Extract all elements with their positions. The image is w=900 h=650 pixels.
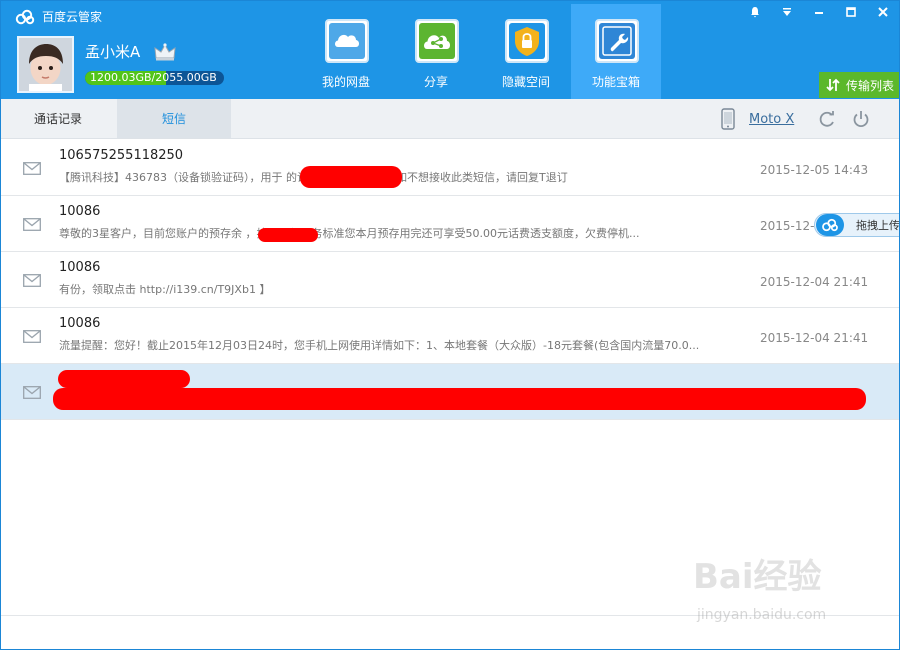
nav-label: 隐藏空间 (501, 75, 550, 89)
cloud-upload-icon (816, 214, 844, 236)
username[interactable]: 孟小米A (85, 43, 140, 61)
nav-toolbox[interactable]: 功能宝箱 (571, 4, 661, 99)
envelope-icon (23, 218, 41, 231)
tab-label: 短信 (161, 112, 186, 126)
transfer-list-label: 传输列表 (846, 78, 895, 93)
quota-text: 1200.03GB/2055.00GB (90, 71, 217, 84)
sms-time: 2015-12-04 21:41 (760, 275, 869, 289)
minimize-icon[interactable] (803, 1, 835, 23)
envelope-icon (23, 274, 41, 287)
baidu-cloud-logo-icon (15, 9, 35, 25)
nav-label: 我的网盘 (321, 75, 370, 89)
app-title: 百度云管家 (42, 10, 103, 24)
phone-icon (721, 108, 735, 130)
sms-row[interactable]: 10086 有份，领取点击 http://i139.cn/T9JXb1 】 20… (1, 252, 899, 308)
sms-sender: 10086 (59, 316, 101, 331)
watermark: Bai经验 jingyan.baidu.com (693, 557, 893, 637)
quota-bar: 1200.03GB/2055.00GB (85, 71, 224, 85)
nav-label: 功能宝箱 (591, 75, 640, 89)
lock-icon (505, 19, 549, 63)
sms-preview: 有份，领取点击 http://i139.cn/T9JXb1 】 (59, 283, 271, 296)
refresh-icon[interactable] (817, 109, 837, 129)
maximize-icon[interactable] (835, 1, 867, 23)
sms-list: 106575255118250 【腾讯科技】436783（设备锁验证码），用于 … (1, 140, 899, 420)
sms-row[interactable]: 106575255118250 【腾讯科技】436783（设备锁验证码），用于 … (1, 140, 899, 196)
tab-bar: 通话记录 短信 Moto X (1, 99, 899, 139)
watermark-text: Bai经验 (693, 557, 822, 597)
share-icon (415, 19, 459, 63)
sms-sender: 10086 (59, 260, 101, 275)
sms-sender: 10086 (59, 204, 101, 219)
sms-preview: 流量提醒：您好！截止2015年12月03日24时，您手机上网使用详情如下：1、本… (59, 339, 700, 352)
nav-label: 分享 (423, 75, 448, 89)
bell-icon[interactable] (739, 1, 771, 23)
nav-my-netdisk[interactable]: 我的网盘 (301, 4, 391, 99)
main-nav: 我的网盘 分享 隐藏空间 功能宝箱 (301, 4, 661, 99)
nav-share[interactable]: 分享 (391, 4, 481, 99)
sms-row[interactable]: 10086 流量提醒：您好！截止2015年12月03日24时，您手机上网使用详情… (1, 308, 899, 364)
sms-time: 2015-12-04 21:41 (760, 331, 869, 345)
redaction-mark (58, 370, 190, 388)
power-icon[interactable] (851, 109, 871, 129)
sms-row-selected[interactable] (1, 364, 899, 420)
envelope-icon (23, 330, 41, 343)
sms-preview: 【腾讯科技】436783（设备锁验证码），用于 的设备锁，请勿转发。如不想接收此… (59, 171, 568, 184)
divider (1, 615, 899, 616)
transfer-icon (826, 78, 840, 92)
sms-time: 2015-12-05 14:43 (760, 163, 869, 177)
drag-upload-button[interactable]: 拖拽上传 (814, 213, 900, 237)
crown-icon[interactable] (153, 42, 177, 62)
app-window: 百度云管家 孟小米A 1200.03GB/2055.00GB 我的网盘 分享 隐… (0, 0, 900, 650)
avatar[interactable] (17, 36, 74, 93)
header: 百度云管家 孟小米A 1200.03GB/2055.00GB 我的网盘 分享 隐… (1, 1, 899, 99)
device-name[interactable]: Moto X (749, 112, 794, 127)
envelope-icon (23, 162, 41, 175)
sms-row[interactable]: 10086 尊敬的3星客户，目前您账户的预存余 ，按照星级服务标准您本月预存用完… (1, 196, 899, 252)
tools-icon (595, 19, 639, 63)
transfer-list-button[interactable]: 传输列表 (819, 72, 899, 98)
window-controls (739, 1, 899, 23)
sms-preview: 尊敬的3星客户，目前您账户的预存余 ，按照星级服务标准您本月预存用完还可享受50… (59, 227, 640, 240)
cloud-icon (325, 19, 369, 63)
redaction-mark (53, 388, 866, 410)
avatar-image (19, 38, 72, 91)
menu-icon[interactable] (771, 1, 803, 23)
sms-sender: 106575255118250 (59, 148, 184, 163)
close-icon[interactable] (867, 1, 899, 23)
tab-label: 通话记录 (33, 112, 82, 126)
nav-hidden-space[interactable]: 隐藏空间 (481, 4, 571, 99)
device-selector[interactable]: Moto X (721, 107, 794, 131)
envelope-icon (23, 386, 41, 399)
tab-sms[interactable]: 短信 (117, 99, 231, 138)
tab-call-log[interactable]: 通话记录 (1, 99, 115, 138)
drag-upload-label: 拖拽上传 (856, 219, 900, 232)
redaction-mark (300, 166, 402, 188)
redaction-mark (258, 228, 318, 242)
